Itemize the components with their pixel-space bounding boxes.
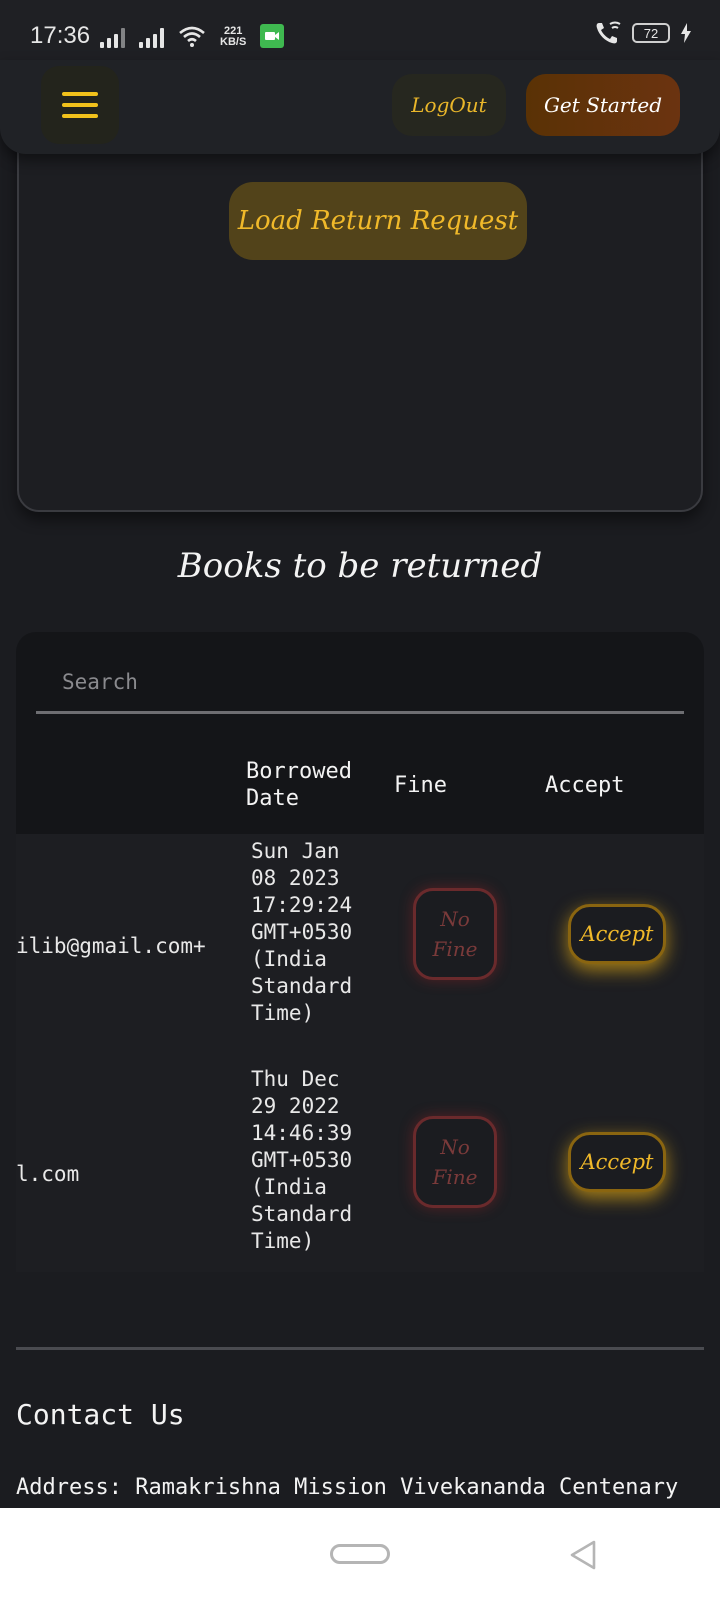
date-line: GMT+0530: [251, 1148, 353, 1172]
table-header: Borrowed Date Fine Accept: [16, 732, 704, 834]
hamburger-line: [62, 103, 98, 107]
date-line: Thu Dec: [251, 1067, 340, 1091]
date-line: Sun Jan: [251, 839, 340, 863]
column-header-fine: Fine: [394, 773, 447, 798]
date-line: Standard: [251, 974, 353, 998]
charging-icon: [681, 23, 691, 43]
date-line: 29 2022: [251, 1094, 340, 1118]
logout-button[interactable]: LogOut: [392, 74, 506, 136]
table-row: +ilib@gmail.com Sun Jan 08 2023 17:29:24…: [16, 834, 704, 1058]
hamburger-line: [62, 92, 98, 96]
table-row: l.com Thu Dec 29 2022 14:46:39 GMT+0530 …: [16, 1062, 704, 1272]
footer-divider: [16, 1347, 704, 1350]
accept-button[interactable]: Accept: [568, 904, 666, 964]
contact-address: Address: Ramakrishna Mission Vivekananda…: [16, 1475, 679, 1500]
date-line: Time): [251, 1229, 315, 1253]
status-time: 17:36: [30, 22, 91, 49]
signal-icon: [100, 28, 125, 48]
section-title: Books to be returned: [177, 546, 543, 586]
back-button[interactable]: [566, 1538, 600, 1572]
hamburger-menu-button[interactable]: [41, 66, 119, 144]
date-line: Time): [251, 1001, 315, 1025]
no-fine-button[interactable]: No Fine: [413, 1116, 497, 1208]
system-navigation-bar: [0, 1508, 720, 1600]
search-area: [16, 632, 704, 732]
column-header-borrowed-date: Borrowed Date: [246, 759, 352, 811]
signal-icon: [139, 28, 164, 48]
top-navbar: LogOut Get Started: [0, 60, 720, 154]
status-signals: 221 KB/S: [100, 20, 285, 48]
status-right: 72: [594, 20, 692, 46]
borrowed-date-cell: Thu Dec 29 2022 14:46:39 GMT+0530 (India…: [251, 1066, 371, 1255]
email-cell: l.com: [16, 1162, 80, 1186]
wifi-icon: [179, 26, 205, 47]
net-speed: 221 KB/S: [220, 26, 246, 48]
get-started-button[interactable]: Get Started: [526, 74, 680, 136]
date-line: GMT+0530: [251, 920, 353, 944]
return-request-card: [17, 110, 703, 512]
date-line: Standard: [251, 1202, 353, 1226]
home-button[interactable]: [330, 1544, 390, 1564]
net-speed-unit: KB/S: [220, 36, 247, 48]
hamburger-line: [62, 114, 98, 118]
date-line: 08 2023: [251, 866, 340, 890]
wifi-calling-icon: [596, 21, 621, 44]
date-line: (India: [251, 947, 327, 971]
video-camera-icon: [260, 24, 285, 48]
load-return-request-button[interactable]: Load Return Request: [229, 182, 527, 260]
search-input[interactable]: [36, 652, 684, 714]
email-cell: +ilib@gmail.com: [16, 934, 206, 958]
return-table: Borrowed Date Fine Accept +ilib@gmail.co…: [16, 632, 704, 1272]
column-header-accept: Accept: [545, 773, 625, 798]
date-line: 17:29:24: [251, 893, 353, 917]
no-fine-button[interactable]: No Fine: [413, 888, 497, 980]
borrowed-date-cell: Sun Jan 08 2023 17:29:24 GMT+0530 (India…: [251, 838, 371, 1027]
accept-button[interactable]: Accept: [568, 1132, 666, 1192]
date-line: (India: [251, 1175, 327, 1199]
date-line: 14:46:39: [251, 1121, 353, 1145]
battery-icon: 72: [632, 23, 670, 43]
contact-title: Contact Us: [16, 1398, 185, 1431]
